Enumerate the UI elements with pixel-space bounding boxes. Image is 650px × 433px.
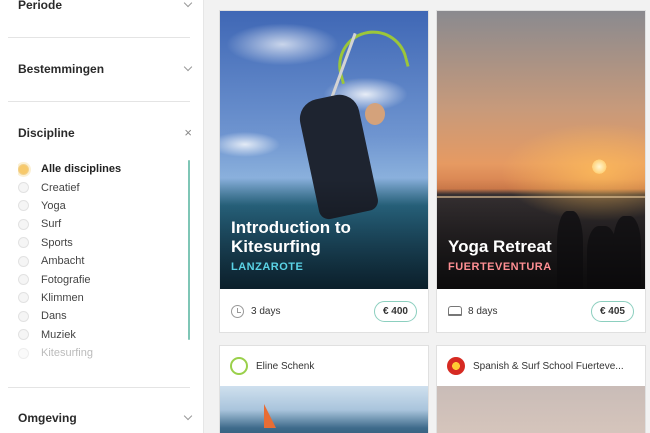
filter-section-omgeving[interactable]: Omgeving [18,411,192,425]
card-title[interactable]: Yoga Retreat [448,237,552,256]
duration-label: 3 days [251,305,281,317]
filter-section-bestemmingen[interactable]: Bestemmingen [18,62,192,76]
card-title-line: Yoga Retreat [448,237,552,256]
card-image-yoga[interactable]: Yoga Retreat FUERTEVENTURA [437,11,645,289]
discipline-option-kitesurfing[interactable]: Kitesurfing [18,344,188,360]
discipline-option-surf[interactable]: Surf [18,215,188,233]
discipline-label: Kitesurfing [41,347,93,360]
discipline-label: Alle disciplines [41,163,122,176]
section-title-omgeving: Omgeving [18,411,77,425]
filter-sidebar: Periode Bestemmingen Discipline × Alle d… [0,0,204,433]
windsurf-sail-illustration [264,404,276,428]
radio-icon[interactable] [18,237,29,249]
discipline-label: Dans [41,310,67,323]
discipline-label: Creatief [41,181,80,194]
radio-icon[interactable] [18,218,29,230]
duration-label: 8 days [468,305,498,317]
host-name: Spanish & Surf School Fuerteve... [473,360,624,372]
discipline-option-klimmen[interactable]: Klimmen [18,289,188,307]
filter-section-discipline[interactable]: Discipline × [18,126,192,140]
discipline-option-muziek[interactable]: Muziek [18,326,188,344]
host-row[interactable]: Eline Schenk [220,346,428,386]
discipline-label: Ambacht [41,255,85,268]
chevron-down-icon[interactable] [184,65,192,73]
card-footer: 8 days € 405 [437,289,645,333]
course-card-spanish-surf[interactable]: Spanish & Surf School Fuerteve... [436,345,646,433]
discipline-scrollbar[interactable] [188,160,190,340]
card-duration: 3 days [231,304,281,318]
radio-icon[interactable] [18,310,29,322]
discipline-label: Yoga [41,199,66,212]
course-card-eline[interactable]: Eline Schenk [219,345,429,433]
discipline-label: Klimmen [41,291,84,304]
price-badge: € 405 [590,300,634,322]
radio-icon[interactable] [18,292,29,304]
discipline-label: Surf [41,218,62,231]
host-avatar [230,357,248,375]
discipline-label: Muziek [41,328,76,341]
radio-icon[interactable] [18,329,29,341]
course-card-yoga[interactable]: Yoga Retreat FUERTEVENTURA 8 days € 405 [436,10,646,333]
discipline-label: Sports [41,236,73,249]
host-avatar [447,357,465,375]
divider [8,101,190,102]
price-badge: € 400 [373,300,417,322]
card-title-line: Introduction to [231,218,351,237]
card-title[interactable]: Introduction to Kitesurfing [231,218,351,256]
discipline-option-yoga[interactable]: Yoga [18,197,188,215]
card-image-dusk[interactable] [437,386,645,433]
discipline-label: Fotografie [41,273,91,286]
kitesurfer-head-illustration [365,103,385,125]
course-card-kitesurfing[interactable]: Introduction to Kitesurfing LANZAROTE 3 … [219,10,429,333]
section-title-periode: Periode [18,0,63,12]
filter-section-periode[interactable]: Periode [18,0,192,12]
radio-icon[interactable] [18,274,29,286]
section-title-bestemmingen: Bestemmingen [18,62,105,76]
discipline-option-ambacht[interactable]: Ambacht [18,252,188,270]
host-name: Eline Schenk [256,360,315,372]
discipline-option-fotografie[interactable]: Fotografie [18,270,188,288]
card-title-line: Kitesurfing [231,237,321,256]
card-duration: 8 days [448,306,497,317]
radio-icon[interactable] [18,255,29,267]
radio-selected-icon[interactable] [18,163,29,175]
host-row[interactable]: Spanish & Surf School Fuerteve... [437,346,645,386]
bed-icon [448,306,462,316]
radio-icon[interactable] [18,182,29,194]
chevron-down-icon[interactable] [184,1,192,9]
card-image-wave[interactable] [220,386,428,433]
card-image-kitesurfing[interactable]: Introduction to Kitesurfing LANZAROTE [220,11,428,289]
chevron-down-icon[interactable] [184,414,192,422]
section-title-discipline: Discipline [18,126,75,140]
radio-icon[interactable] [18,200,29,212]
discipline-option-creatief[interactable]: Creatief [18,178,188,196]
card-location: LANZAROTE [231,261,304,273]
close-icon[interactable]: × [184,126,192,139]
radio-icon[interactable] [18,347,29,359]
divider [8,37,190,38]
discipline-option-sports[interactable]: Sports [18,234,188,252]
discipline-option-alle[interactable]: Alle disciplines [18,160,188,178]
kite-illustration [330,22,410,85]
discipline-option-dans[interactable]: Dans [18,307,188,325]
card-location: FUERTEVENTURA [448,261,552,273]
clock-icon [231,304,244,318]
card-footer: 3 days € 400 [220,289,428,333]
divider [8,387,190,388]
discipline-options: Alle disciplines Creatief Yoga Surf Spor… [18,160,188,360]
